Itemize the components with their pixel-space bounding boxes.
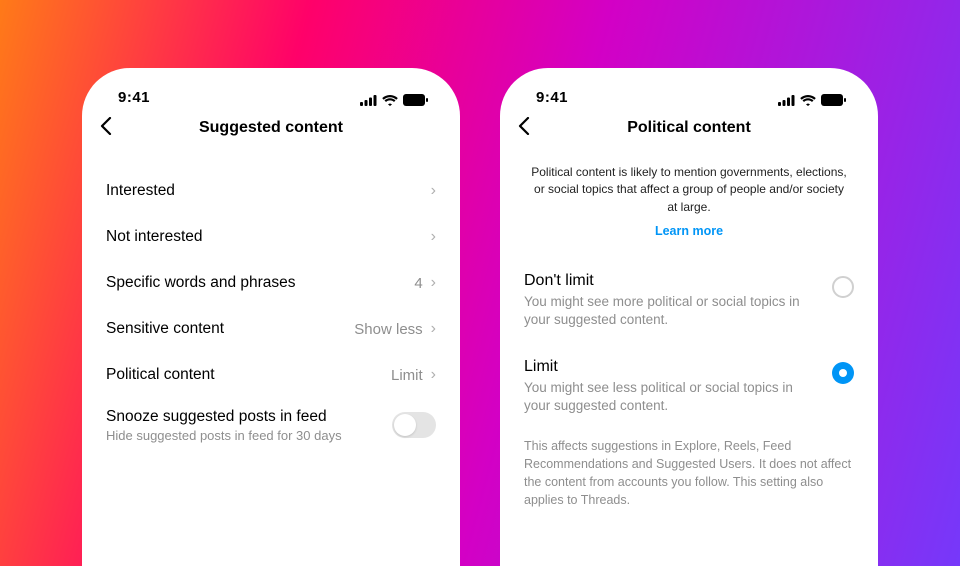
row-political-content[interactable]: Political content Limit › xyxy=(106,352,436,398)
option-subtitle: You might see less political or social t… xyxy=(524,379,816,415)
learn-more-link[interactable]: Learn more xyxy=(500,218,878,248)
status-time: 9:41 xyxy=(536,89,568,106)
battery-icon xyxy=(821,94,846,106)
wifi-icon xyxy=(800,95,816,106)
chevron-right-icon: › xyxy=(431,182,436,200)
chevron-right-icon: › xyxy=(431,228,436,246)
row-value: Limit xyxy=(391,367,423,384)
option-title: Don't limit xyxy=(524,272,816,290)
back-button[interactable] xyxy=(518,115,530,141)
cellular-icon xyxy=(778,95,795,106)
row-specific-words[interactable]: Specific words and phrases 4 › xyxy=(106,260,436,306)
page-header: Political content xyxy=(500,106,878,150)
option-dont-limit[interactable]: Don't limit You might see more political… xyxy=(524,262,854,347)
phone-suggested-content: 9:41 Suggested content Interested › Not … xyxy=(82,68,460,566)
radio-checked[interactable] xyxy=(832,362,854,384)
snooze-subtitle: Hide suggested posts in feed for 30 days xyxy=(106,428,342,443)
page-description: Political content is likely to mention g… xyxy=(500,150,878,218)
row-value: 4 xyxy=(414,275,422,292)
option-title: Limit xyxy=(524,358,816,376)
row-sensitive-content[interactable]: Sensitive content Show less › xyxy=(106,306,436,352)
radio-unchecked[interactable] xyxy=(832,276,854,298)
row-label: Political content xyxy=(106,366,215,384)
status-time: 9:41 xyxy=(118,89,150,106)
options-list: Don't limit You might see more political… xyxy=(500,248,878,433)
chevron-right-icon: › xyxy=(431,366,436,384)
phone-political-content: 9:41 Political content Political content… xyxy=(500,68,878,566)
row-value: Show less xyxy=(354,321,422,338)
row-label: Sensitive content xyxy=(106,320,224,338)
chevron-left-icon xyxy=(100,117,112,135)
page-header: Suggested content xyxy=(82,106,460,150)
status-signals xyxy=(778,94,846,106)
chevron-left-icon xyxy=(518,117,530,135)
status-bar: 9:41 xyxy=(82,68,460,106)
snooze-title: Snooze suggested posts in feed xyxy=(106,408,342,426)
row-label: Interested xyxy=(106,182,175,200)
page-title: Suggested content xyxy=(199,119,343,137)
battery-icon xyxy=(403,94,428,106)
status-bar: 9:41 xyxy=(500,68,878,106)
wifi-icon xyxy=(382,95,398,106)
row-label: Not interested xyxy=(106,228,203,246)
option-limit[interactable]: Limit You might see less political or so… xyxy=(524,348,854,433)
row-label: Specific words and phrases xyxy=(106,274,296,292)
row-interested[interactable]: Interested › xyxy=(106,168,436,214)
row-snooze: Snooze suggested posts in feed Hide sugg… xyxy=(106,398,436,443)
status-signals xyxy=(360,94,428,106)
settings-list: Interested › Not interested › Specific w… xyxy=(82,150,460,443)
chevron-right-icon: › xyxy=(431,320,436,338)
chevron-right-icon: › xyxy=(431,274,436,292)
cellular-icon xyxy=(360,95,377,106)
row-not-interested[interactable]: Not interested › xyxy=(106,214,436,260)
footnote: This affects suggestions in Explore, Ree… xyxy=(500,433,878,510)
snooze-toggle[interactable] xyxy=(392,412,436,438)
page-title: Political content xyxy=(627,119,751,137)
option-subtitle: You might see more political or social t… xyxy=(524,293,816,329)
back-button[interactable] xyxy=(100,115,112,141)
